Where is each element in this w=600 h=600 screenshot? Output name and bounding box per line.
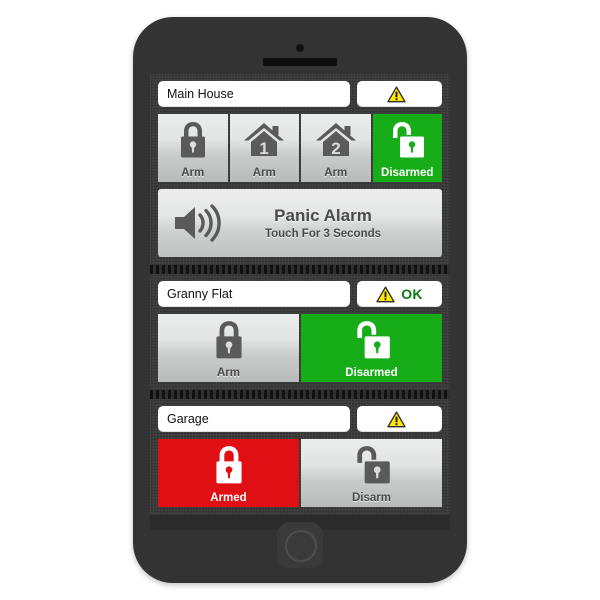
home-button[interactable]	[277, 522, 323, 568]
armed-button-garage[interactable]: Armed	[158, 439, 299, 507]
warning-triangle-icon	[387, 85, 406, 103]
panic-alarm-subtitle: Touch For 3 Seconds	[264, 228, 382, 240]
panic-alarm-button[interactable]: Panic Alarm Touch For 3 Seconds	[158, 189, 442, 257]
house-1-icon: 1	[230, 114, 300, 166]
header-main-house: Main House	[158, 81, 442, 107]
screenshot-root: Main House Arm 1 Arm 2 Arm Disarmed Pani…	[0, 0, 600, 600]
button-label: Arm	[252, 167, 276, 179]
button-row-garage: Armed Disarm	[158, 439, 442, 507]
section-granny-flat: Granny Flat OK Arm Disarmed	[150, 274, 450, 390]
status-badge-main-house[interactable]	[357, 81, 442, 107]
button-label: Arm	[181, 167, 205, 179]
padlock-open-icon	[301, 439, 442, 491]
svg-text:2: 2	[331, 139, 340, 158]
speaker-icon	[172, 202, 226, 244]
site-name-text: Main House	[167, 87, 234, 101]
panic-alarm-text: Panic Alarm Touch For 3 Seconds	[236, 206, 428, 240]
site-name-field-granny-flat[interactable]: Granny Flat	[158, 281, 350, 307]
button-label: Disarmed	[381, 167, 434, 179]
button-label: Armed	[210, 492, 247, 504]
section-main-house: Main House Arm 1 Arm 2 Arm Disarmed Pani…	[150, 74, 450, 265]
padlock-closed-icon	[158, 114, 228, 166]
panic-alarm-title: Panic Alarm	[274, 206, 372, 225]
warning-triangle-icon	[387, 410, 406, 428]
disarmed-button-main[interactable]: Disarmed	[372, 114, 443, 182]
phone-screen: Main House Arm 1 Arm 2 Arm Disarmed Pani…	[150, 74, 450, 530]
site-name-field-garage[interactable]: Garage	[158, 406, 350, 432]
button-label: Arm	[324, 167, 348, 179]
phone-device: Main House Arm 1 Arm 2 Arm Disarmed Pani…	[133, 17, 467, 583]
button-label: Arm	[216, 367, 240, 379]
button-row-main-house: Arm 1 Arm 2 Arm Disarmed	[158, 114, 442, 182]
warning-triangle-icon	[376, 285, 395, 303]
status-text: OK	[401, 286, 423, 302]
section-divider	[150, 390, 450, 399]
arm-button-house-1[interactable]: 1 Arm	[229, 114, 300, 182]
header-garage: Garage	[158, 406, 442, 432]
padlock-closed-icon	[158, 314, 299, 366]
padlock-open-icon	[373, 114, 443, 166]
padlock-closed-icon	[158, 439, 299, 491]
disarm-button-garage[interactable]: Disarm	[301, 439, 442, 507]
home-button-ring	[285, 530, 317, 562]
section-divider	[150, 265, 450, 274]
arm-button-granny[interactable]: Arm	[158, 314, 299, 382]
site-name-field-main-house[interactable]: Main House	[158, 81, 350, 107]
earpiece-speaker-icon	[263, 58, 337, 66]
padlock-open-icon	[301, 314, 442, 366]
disarmed-button-granny[interactable]: Disarmed	[301, 314, 442, 382]
house-2-icon: 2	[301, 114, 371, 166]
status-badge-granny-flat[interactable]: OK	[357, 281, 442, 307]
button-label: Disarm	[352, 492, 391, 504]
button-label: Disarmed	[345, 367, 398, 379]
header-granny-flat: Granny Flat OK	[158, 281, 442, 307]
site-name-text: Granny Flat	[167, 287, 233, 301]
button-row-granny-flat: Arm Disarmed	[158, 314, 442, 382]
status-badge-garage[interactable]	[357, 406, 442, 432]
svg-text:1: 1	[260, 139, 269, 158]
site-name-text: Garage	[167, 412, 209, 426]
arm-button-main[interactable]: Arm	[158, 114, 228, 182]
section-garage: Garage Armed Disarm	[150, 399, 450, 515]
camera-dot-icon	[296, 44, 304, 52]
arm-button-house-2[interactable]: 2 Arm	[301, 114, 371, 182]
